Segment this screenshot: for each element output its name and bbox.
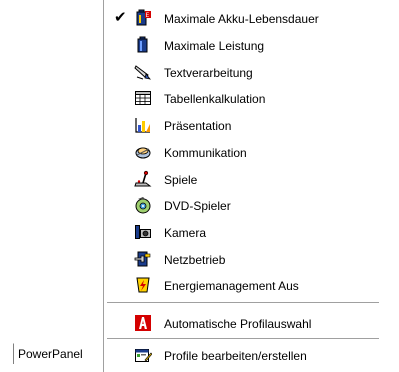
menu-separator [107, 302, 379, 304]
menu-item-label: DVD-Spieler [164, 199, 231, 213]
menu-item-label: Automatische Profilauswahl [164, 317, 312, 331]
menu-item-maximale-akku-lebensdauer[interactable]: ✔ E Maximale Akku-Lebensdauer [104, 6, 386, 30]
menu-item-tabellenkalkulation[interactable]: Tabellenkalkulation [104, 86, 386, 110]
energy-management-off-icon [134, 276, 152, 294]
menu-item-label: Maximale Akku-Lebensdauer [164, 12, 319, 26]
dvd-player-icon [134, 196, 152, 214]
taskbar-label: PowerPanel [18, 347, 83, 361]
joystick-icon [134, 170, 152, 188]
presentation-chart-icon [134, 116, 152, 134]
communication-icon [134, 143, 152, 161]
menu-item-label: Maximale Leistung [164, 39, 265, 53]
menu-item-label: Präsentation [164, 119, 232, 133]
menu-item-label: Spiele [164, 173, 198, 187]
edit-profiles-icon [134, 346, 152, 364]
menu-item-label: Tabellenkalkulation [164, 92, 266, 106]
menu-item-label: Energiemanagement Aus [164, 279, 299, 293]
menu-item-netzbetrieb[interactable]: Netzbetrieb [104, 247, 386, 271]
screen: PowerPanel ✔ E Maximale Akku-Lebensdauer [0, 0, 399, 372]
menu-item-profile-bearbeiten-erstellen[interactable]: Profile bearbeiten/erstellen [104, 343, 386, 367]
menu-item-label: Kamera [164, 226, 207, 240]
battery-performance-icon [134, 36, 152, 54]
menu-item-label: Kommunikation [164, 146, 247, 160]
menu-item-spiele[interactable]: Spiele [104, 167, 386, 191]
auto-profile-icon [134, 314, 152, 332]
menu-item-label: Profile bearbeiten/erstellen [164, 349, 307, 363]
menu-item-kamera[interactable]: Kamera [104, 220, 386, 244]
menu-item-dvd-spieler[interactable]: DVD-Spieler [104, 193, 386, 217]
battery-max-life-icon: E [134, 9, 152, 27]
menu-item-kommunikation[interactable]: Kommunikation [104, 140, 386, 164]
menu-item-textverarbeitung[interactable]: Textverarbeitung [104, 60, 386, 84]
powerpanel-context-menu: ✔ E Maximale Akku-Lebensdauer Maximale L… [103, 0, 385, 372]
camera-icon [134, 223, 152, 241]
pen-text-icon [134, 63, 152, 81]
menu-item-energiemanagement-aus[interactable]: Energiemanagement Aus [104, 273, 386, 297]
spreadsheet-icon [134, 89, 152, 107]
taskbar-powerpanel-button[interactable]: PowerPanel [13, 343, 90, 364]
power-plug-icon [134, 250, 152, 268]
svg-text:E: E [146, 12, 150, 19]
menu-item-maximale-leistung[interactable]: Maximale Leistung [104, 33, 386, 57]
checkmark-icon: ✔ [114, 9, 127, 26]
menu-item-label: Netzbetrieb [164, 253, 226, 267]
menu-item-automatische-profilauswahl[interactable]: Automatische Profilauswahl [104, 311, 386, 335]
menu-item-praesentation[interactable]: Präsentation [104, 113, 386, 137]
menu-item-label: Textverarbeitung [164, 66, 253, 80]
menu-separator [107, 338, 379, 340]
